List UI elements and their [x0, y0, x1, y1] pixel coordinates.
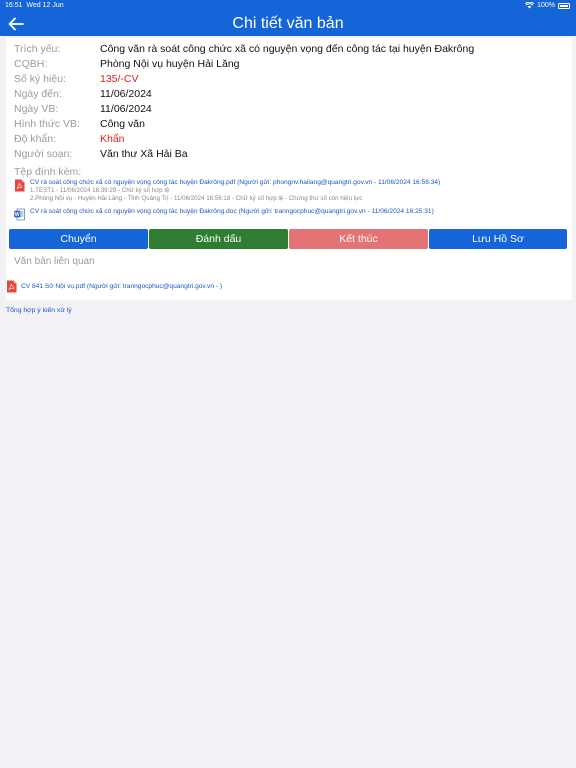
field-label: Hình thức VB:: [14, 118, 80, 130]
signature-info: 1.TEST1 - 11/06/2024 16:39:29 - Chữ ký s…: [30, 187, 170, 194]
date-text: Wed 12 Jun: [26, 2, 64, 9]
attachment-link[interactable]: CV rà soát công chức xã có nguyện vọng c…: [30, 179, 440, 186]
field-label: CQBH:: [14, 58, 48, 70]
field-label: Số ký hiệu:: [14, 73, 66, 85]
field-label: Ngày đến:: [14, 88, 62, 100]
document-detail-card: Trích yếu: Công văn rà soát công chức xã…: [6, 38, 572, 300]
signature-info: 2.Phòng Nội vụ - Huyện Hải Lăng - Tỉnh Q…: [30, 195, 363, 202]
field-label: Người soạn:: [14, 148, 73, 160]
save-record-button[interactable]: Lưu Hồ Sơ: [429, 229, 567, 249]
word-file-icon: W: [14, 208, 25, 221]
pdf-file-icon: [7, 280, 17, 293]
field-value: Công văn: [100, 118, 145, 130]
status-time: 16:51 Wed 12 Jun: [5, 2, 64, 9]
field-label: Trích yếu:: [14, 43, 61, 55]
field-value: Văn thư Xã Hải Ba: [100, 148, 188, 160]
field-label: Ngày VB:: [14, 103, 59, 115]
wifi-icon: [525, 2, 535, 9]
bookmark-button[interactable]: Đánh dấu: [149, 229, 288, 249]
field-value: Phòng Nội vụ huyện Hải Lăng: [100, 58, 240, 70]
battery-icon: [558, 2, 570, 9]
summary-opinions-link[interactable]: Tổng hợp ý kiến xử lý: [6, 307, 72, 314]
pdf-file-icon: [15, 179, 25, 192]
field-value: 11/06/2024: [100, 88, 152, 100]
battery-percent: 100%: [537, 2, 555, 9]
related-documents-title: Văn bản liên quan: [14, 256, 95, 267]
status-bar: 16:51 Wed 12 Jun 100%: [0, 0, 576, 12]
attachment-link[interactable]: CV rà soát công chức xã có nguyện vọng c…: [30, 208, 434, 215]
field-label: Độ khẩn:: [14, 133, 57, 145]
svg-text:W: W: [15, 212, 20, 218]
finish-button[interactable]: Kết thúc: [289, 229, 428, 249]
time-text: 16:51: [5, 2, 23, 9]
attachments-title: Tệp đính kèm:: [14, 166, 82, 178]
status-indicators: 100%: [525, 2, 570, 9]
related-file-link[interactable]: CV 841 Sở Nội vụ.pdf (Người gửi: tranngo…: [21, 283, 222, 290]
page-title: Chi tiết văn bản: [232, 15, 344, 32]
field-value: 11/06/2024: [100, 103, 152, 115]
field-value: 135/-CV: [100, 73, 139, 85]
field-value: Công văn rà soát công chức xã có nguyện …: [100, 43, 475, 55]
field-value: Khẩn: [100, 133, 125, 145]
navbar: Chi tiết văn bản: [0, 12, 576, 36]
transfer-button[interactable]: Chuyển: [9, 229, 148, 249]
